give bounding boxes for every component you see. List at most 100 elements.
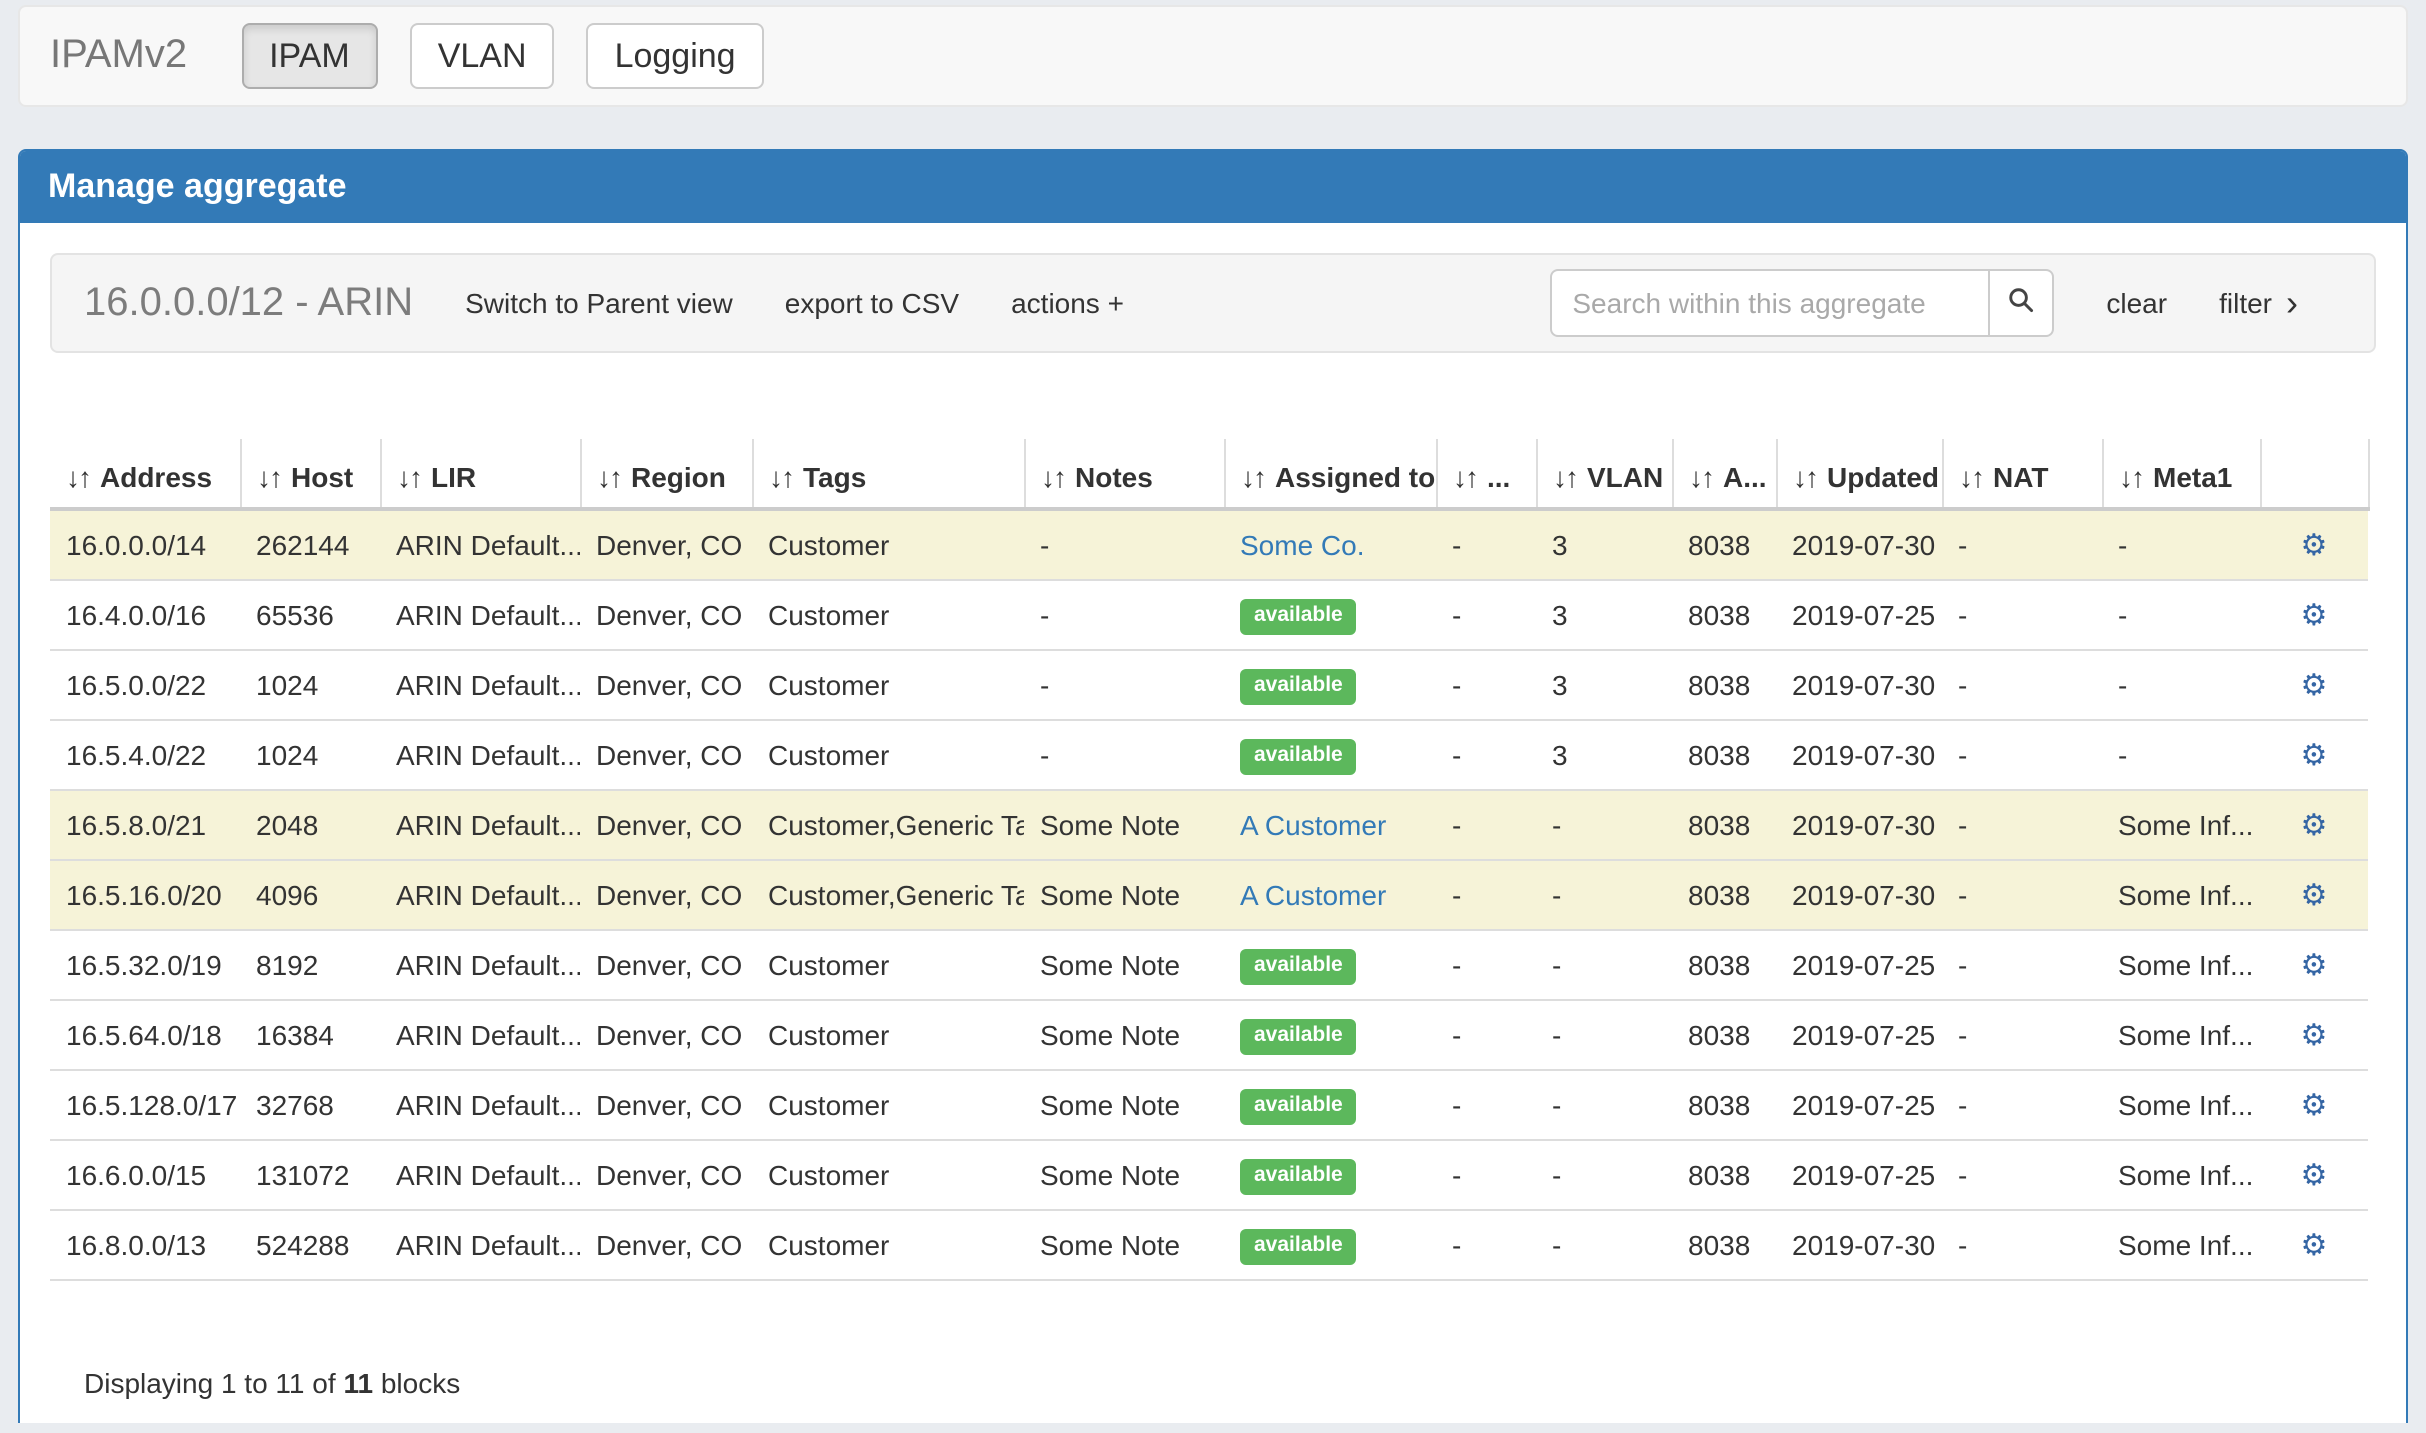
cell-nat: - [1942, 1210, 2102, 1280]
cell-lir: ARIN Default... [380, 930, 580, 1000]
cell-address: 16.5.64.0/18 [50, 1000, 240, 1070]
cell-assigned: available [1224, 930, 1436, 1000]
search-input[interactable] [1550, 269, 1990, 337]
cell-region: Denver, CO [580, 1210, 752, 1280]
cell-dots: - [1436, 650, 1536, 720]
column-header[interactable]: ↓↑Tags [752, 439, 1024, 509]
column-label: Address [100, 461, 212, 493]
cell-tags: Customer,Generic Tag [752, 860, 1024, 930]
gear-icon[interactable]: ⚙ [2301, 809, 2328, 843]
column-header[interactable]: ↓↑A... [1672, 439, 1776, 509]
cell-lir: ARIN Default... [380, 790, 580, 860]
gear-icon[interactable]: ⚙ [2301, 949, 2328, 983]
cell-tags: Customer [752, 1070, 1024, 1140]
switch-parent-view-link[interactable]: Switch to Parent view [465, 287, 733, 319]
cell-tags: Customer [752, 650, 1024, 720]
search-button[interactable] [1990, 269, 2054, 337]
cell-host: 2048 [240, 790, 380, 860]
sort-icon: ↓↑ [1241, 461, 1265, 493]
sort-icon: ↓↑ [1959, 461, 1983, 493]
cell-region: Denver, CO [580, 860, 752, 930]
column-header[interactable]: ↓↑Notes [1024, 439, 1224, 509]
assigned-customer-link[interactable]: A Customer [1240, 879, 1386, 911]
cell-a: 8038 [1672, 650, 1776, 720]
cell-assigned: A Customer [1224, 790, 1436, 860]
cell-assigned: available [1224, 1140, 1436, 1210]
column-header[interactable]: ↓↑Address [50, 439, 240, 509]
cell-updated: 2019-07-30 [1776, 1210, 1942, 1280]
cell-nat: - [1942, 860, 2102, 930]
cell-meta1: - [2102, 509, 2260, 580]
column-header[interactable]: ↓↑ VLAN [1536, 439, 1672, 509]
cell-lir: ARIN Default... [380, 509, 580, 580]
cell-nat: - [1942, 1070, 2102, 1140]
cell-tags: Customer [752, 1000, 1024, 1070]
gear-icon[interactable]: ⚙ [2301, 1019, 2328, 1053]
cell-address: 16.4.0.0/16 [50, 580, 240, 650]
gear-icon[interactable]: ⚙ [2301, 739, 2328, 773]
manage-aggregate-panel: Manage aggregate 16.0.0.0/12 - ARIN Swit… [18, 149, 2408, 1423]
search-icon [2008, 287, 2034, 319]
cell-tags: Customer [752, 509, 1024, 580]
column-header[interactable]: ↓↑NAT [1942, 439, 2102, 509]
cell-nat: - [1942, 650, 2102, 720]
cell-vlan: 3 [1536, 720, 1672, 790]
cell-notes: - [1024, 650, 1224, 720]
cell-vlan: - [1536, 1210, 1672, 1280]
cell-meta1: - [2102, 580, 2260, 650]
search-group [1550, 269, 2054, 337]
gear-icon[interactable]: ⚙ [2301, 1089, 2328, 1123]
table-row: 16.0.0.0/14 262144 ARIN Default... Denve… [50, 509, 2368, 580]
gear-icon[interactable]: ⚙ [2301, 1159, 2328, 1193]
column-label: VLAN [1587, 461, 1663, 493]
column-header[interactable]: ↓↑LIR [380, 439, 580, 509]
column-header[interactable]: ↓↑Assigned to [1224, 439, 1436, 509]
cell-lir: ARIN Default... [380, 1140, 580, 1210]
app-brand: IPAMv2 [20, 33, 217, 79]
top-navbar: IPAMv2 IPAM VLAN Logging [18, 5, 2408, 107]
cell-meta1: Some Inf... [2102, 1140, 2260, 1210]
column-header[interactable]: ↓↑Updated [1776, 439, 1942, 509]
cell-actions: ⚙ [2260, 1140, 2368, 1210]
cell-actions: ⚙ [2260, 580, 2368, 650]
filter-link[interactable]: filter› [2219, 285, 2298, 321]
clear-link[interactable]: clear [2106, 287, 2167, 319]
cell-address: 16.5.4.0/22 [50, 720, 240, 790]
column-header[interactable]: ↓↑Meta1 [2102, 439, 2260, 509]
cell-a: 8038 [1672, 1000, 1776, 1070]
cell-host: 4096 [240, 860, 380, 930]
available-badge: available [1240, 1089, 1357, 1124]
cell-vlan: - [1536, 1070, 1672, 1140]
assigned-customer-link[interactable]: A Customer [1240, 809, 1386, 841]
cell-host: 65536 [240, 580, 380, 650]
gear-icon[interactable]: ⚙ [2301, 669, 2328, 703]
column-label: Tags [803, 461, 866, 493]
cell-updated: 2019-07-25 [1776, 1070, 1942, 1140]
sort-icon: ↓↑ [1689, 461, 1713, 493]
assigned-customer-link[interactable]: Some Co. [1240, 529, 1365, 561]
nav-tab[interactable]: IPAM [241, 23, 378, 89]
cell-host: 1024 [240, 720, 380, 790]
export-csv-link[interactable]: export to CSV [785, 287, 959, 319]
cell-host: 32768 [240, 1070, 380, 1140]
cell-region: Denver, CO [580, 650, 752, 720]
column-header[interactable]: ↓↑Region [580, 439, 752, 509]
column-header[interactable]: ↓↑Host [240, 439, 380, 509]
nav-tab[interactable]: VLAN [410, 23, 555, 89]
table-row: 16.6.0.0/15 131072 ARIN Default... Denve… [50, 1140, 2368, 1210]
table-row: 16.5.128.0/17 32768 ARIN Default... Denv… [50, 1070, 2368, 1140]
cell-region: Denver, CO [580, 580, 752, 650]
cell-vlan: - [1536, 1000, 1672, 1070]
gear-icon[interactable]: ⚙ [2301, 1229, 2328, 1263]
gear-icon[interactable]: ⚙ [2301, 599, 2328, 633]
gear-icon[interactable]: ⚙ [2301, 879, 2328, 913]
sort-icon: ↓↑ [1553, 461, 1577, 493]
cell-notes: Some Note [1024, 1210, 1224, 1280]
actions-menu-link[interactable]: actions + [1011, 287, 1124, 319]
cell-updated: 2019-07-25 [1776, 1140, 1942, 1210]
gear-icon[interactable]: ⚙ [2301, 529, 2328, 563]
cell-address: 16.5.0.0/22 [50, 650, 240, 720]
nav-tab[interactable]: Logging [587, 23, 764, 89]
cell-lir: ARIN Default... [380, 860, 580, 930]
column-header[interactable]: ↓↑... [1436, 439, 1536, 509]
